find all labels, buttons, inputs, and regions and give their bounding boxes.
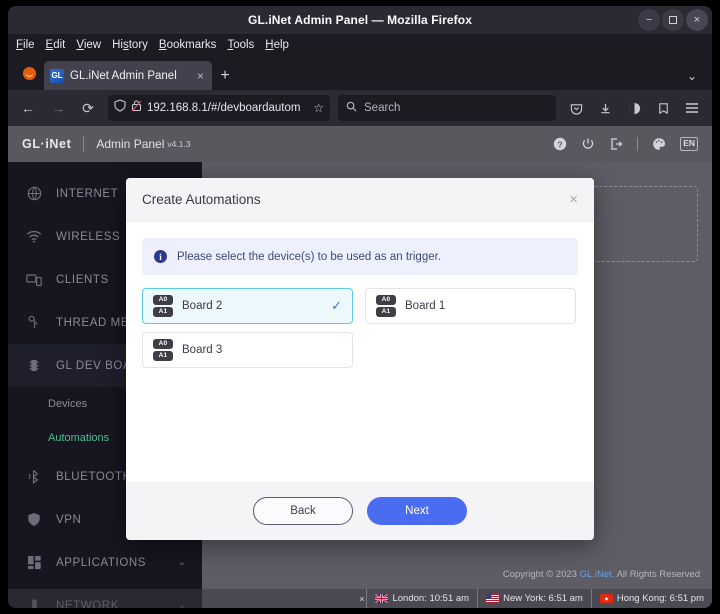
- info-banner: i Please select the device(s) to be used…: [142, 238, 578, 275]
- toolbar-right-icons: [562, 94, 706, 122]
- next-button[interactable]: Next: [367, 497, 467, 525]
- close-button[interactable]: ×: [686, 9, 708, 31]
- bookmark-star-icon[interactable]: ☆: [313, 101, 324, 115]
- account-icon[interactable]: [620, 94, 648, 122]
- tab-favicon: GL: [50, 68, 64, 83]
- window-controls: − ×: [638, 6, 708, 34]
- device-list: A0 A1 Board 2 ✓ A0 A1 Board 1 A0 A1 Boar…: [142, 288, 578, 368]
- back-button[interactable]: Back: [253, 497, 353, 525]
- back-icon[interactable]: ←: [14, 94, 42, 122]
- menu-history[interactable]: History: [112, 39, 148, 51]
- device-card-board-1[interactable]: A0 A1 Board 1: [365, 288, 576, 324]
- menu-bookmarks[interactable]: Bookmarks: [159, 39, 217, 51]
- pin-label-a1: A1: [376, 307, 396, 317]
- window-titlebar: GL.iNet Admin Panel — Mozilla Firefox − …: [8, 6, 712, 34]
- extensions-icon[interactable]: [649, 94, 677, 122]
- firefox-window: GL.iNet Admin Panel — Mozilla Firefox − …: [8, 6, 712, 608]
- search-input[interactable]: Search: [338, 95, 556, 121]
- menu-file[interactable]: File: [16, 39, 35, 51]
- page-viewport: GL·iNet Admin Panel v4.1.3 ? EN INTERNET…: [8, 126, 712, 608]
- browser-tab[interactable]: GL GL.iNet Admin Panel ×: [44, 61, 212, 90]
- url-text: 192.168.8.1/#/devboardautom: [147, 102, 301, 114]
- firefox-logo-icon: [14, 58, 44, 88]
- create-automations-dialog: Create Automations × i Please select the…: [126, 178, 594, 540]
- menu-bar: File Edit View History Bookmarks Tools H…: [8, 34, 712, 56]
- check-icon: ✓: [331, 298, 342, 313]
- reload-icon[interactable]: ⟳: [74, 94, 102, 122]
- board-icon: A0 A1: [153, 339, 173, 361]
- search-placeholder: Search: [364, 102, 401, 114]
- menu-help[interactable]: Help: [265, 39, 289, 51]
- url-bar[interactable]: 192.168.8.1/#/devboardautom ☆: [108, 95, 330, 121]
- device-name: Board 1: [405, 300, 446, 312]
- board-icon: A0 A1: [376, 295, 396, 317]
- pin-label-a0: A0: [376, 295, 396, 305]
- device-name: Board 3: [182, 344, 223, 356]
- shield-icon[interactable]: [114, 99, 126, 117]
- minimize-button[interactable]: −: [638, 9, 660, 31]
- board-icon: A0 A1: [153, 295, 173, 317]
- list-all-tabs-icon[interactable]: ⌄: [678, 61, 706, 90]
- maximize-button[interactable]: [662, 9, 684, 31]
- menu-edit[interactable]: Edit: [46, 39, 66, 51]
- dialog-body: i Please select the device(s) to be used…: [126, 222, 594, 482]
- pin-label-a1: A1: [153, 351, 173, 361]
- downloads-icon[interactable]: [591, 94, 619, 122]
- pin-label-a0: A0: [153, 339, 173, 349]
- search-icon: [346, 99, 357, 117]
- pin-label-a0: A0: [153, 295, 173, 305]
- tab-title: GL.iNet Admin Panel: [70, 69, 177, 82]
- info-icon: i: [154, 250, 167, 263]
- pocket-icon[interactable]: [562, 94, 590, 122]
- close-icon[interactable]: ×: [569, 192, 578, 207]
- device-card-board-2[interactable]: A0 A1 Board 2 ✓: [142, 288, 353, 324]
- new-tab-button[interactable]: +: [212, 61, 238, 90]
- tab-close-icon[interactable]: ×: [195, 69, 206, 83]
- dialog-title: Create Automations: [142, 192, 261, 207]
- lock-broken-icon[interactable]: [131, 99, 142, 117]
- tab-strip: GL GL.iNet Admin Panel × + ⌄: [8, 56, 712, 90]
- app-menu-icon[interactable]: [678, 94, 706, 122]
- menu-tools[interactable]: Tools: [227, 39, 254, 51]
- dialog-header: Create Automations ×: [126, 178, 594, 222]
- forward-icon[interactable]: →: [44, 94, 72, 122]
- device-name: Board 2: [182, 300, 223, 312]
- pin-label-a1: A1: [153, 307, 173, 317]
- window-title: GL.iNet Admin Panel — Mozilla Firefox: [248, 13, 472, 27]
- menu-view[interactable]: View: [76, 39, 101, 51]
- device-card-board-3[interactable]: A0 A1 Board 3: [142, 332, 353, 368]
- info-text: Please select the device(s) to be used a…: [177, 250, 442, 263]
- navigation-toolbar: ← → ⟳ 192.168.8.1/#/devboardautom ☆ Sear…: [8, 90, 712, 126]
- dialog-footer: Back Next: [126, 482, 594, 540]
